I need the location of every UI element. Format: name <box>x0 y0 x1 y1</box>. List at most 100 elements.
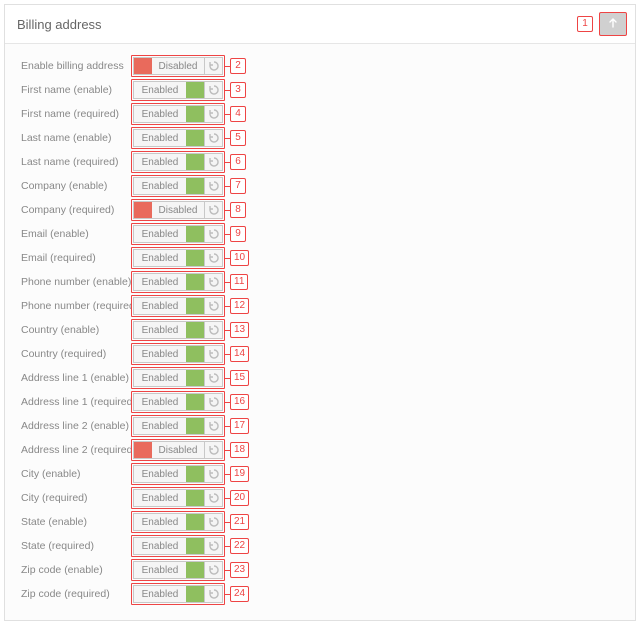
toggle-state-label: Disabled <box>152 202 204 218</box>
toggle-switch[interactable]: Enabled <box>133 225 205 243</box>
toggle-switch[interactable]: Disabled <box>133 201 205 219</box>
toggle-switch[interactable]: Enabled <box>133 321 205 339</box>
row-callout: 18 <box>230 442 249 458</box>
reset-button[interactable] <box>205 561 223 579</box>
reset-button[interactable] <box>205 393 223 411</box>
reset-button[interactable] <box>205 57 223 75</box>
setting-row: First name (enable)Enabled3 <box>21 78 623 102</box>
toggle-switch[interactable]: Enabled <box>133 393 205 411</box>
toggle-state-label: Enabled <box>134 394 186 410</box>
toggle-switch[interactable]: Enabled <box>133 177 205 195</box>
row-callout: 24 <box>230 586 249 602</box>
setting-row: Phone number (enable)Enabled11 <box>21 270 623 294</box>
row-callout: 5 <box>230 130 246 146</box>
reset-button[interactable] <box>205 321 223 339</box>
toggle-state-label: Enabled <box>134 418 186 434</box>
toggle-knob-off <box>134 202 152 218</box>
reset-button[interactable] <box>205 537 223 555</box>
row-callout: 19 <box>230 466 249 482</box>
arrow-up-icon <box>608 17 618 31</box>
row-callout: 13 <box>230 322 249 338</box>
toggle-switch[interactable]: Enabled <box>133 561 205 579</box>
reset-button[interactable] <box>205 297 223 315</box>
refresh-icon <box>208 324 220 336</box>
toggle-callout-group: Enabled <box>131 271 225 293</box>
row-callout: 3 <box>230 82 246 98</box>
toggle-switch[interactable]: Enabled <box>133 513 205 531</box>
toggle-knob-on <box>186 298 204 314</box>
toggle-state-label: Enabled <box>134 346 186 362</box>
setting-row: City (required)Enabled 20 <box>21 486 623 510</box>
reset-button[interactable] <box>205 129 223 147</box>
toggle-knob-on <box>186 346 204 362</box>
reset-button[interactable] <box>205 417 223 435</box>
reset-button[interactable] <box>205 585 223 603</box>
setting-row: Country (enable)Enabled 13 <box>21 318 623 342</box>
toggle-callout-group: Enabled <box>131 463 225 485</box>
reset-button[interactable] <box>205 369 223 387</box>
toggle-switch[interactable]: Enabled <box>133 273 205 291</box>
reset-button[interactable] <box>205 177 223 195</box>
refresh-icon <box>208 564 220 576</box>
toggle-callout-group: Enabled <box>131 487 225 509</box>
reset-button[interactable] <box>205 225 223 243</box>
toggle-switch[interactable]: Enabled <box>133 249 205 267</box>
setting-row: Company (required)Disabled8 <box>21 198 623 222</box>
refresh-icon <box>208 180 220 192</box>
refresh-icon <box>208 108 220 120</box>
toggle-knob-on <box>186 226 204 242</box>
setting-row: Email (required)Enabled10 <box>21 246 623 270</box>
toggle-switch[interactable]: Enabled <box>133 537 205 555</box>
reset-button[interactable] <box>205 153 223 171</box>
toggle-switch[interactable]: Disabled <box>133 441 205 459</box>
row-callout: 16 <box>230 394 249 410</box>
toggle-switch[interactable]: Enabled <box>133 153 205 171</box>
reset-button[interactable] <box>205 105 223 123</box>
toggle-switch[interactable]: Enabled <box>133 105 205 123</box>
refresh-icon <box>208 156 220 168</box>
toggle-switch[interactable]: Enabled <box>133 417 205 435</box>
setting-label: Last name (enable) <box>21 132 131 144</box>
toggle-callout-group: Enabled <box>131 175 225 197</box>
setting-label: Country (enable) <box>21 324 131 336</box>
setting-label: Address line 1 (required) <box>21 396 131 408</box>
reset-button[interactable] <box>205 513 223 531</box>
toggle-state-label: Disabled <box>152 58 204 74</box>
reset-button[interactable] <box>205 249 223 267</box>
row-callout: 21 <box>230 514 249 530</box>
toggle-callout-group: Enabled <box>131 247 225 269</box>
toggle-switch[interactable]: Enabled <box>133 297 205 315</box>
reset-button[interactable] <box>205 489 223 507</box>
refresh-icon <box>208 468 220 480</box>
setting-row: Last name (enable)Enabled 5 <box>21 126 623 150</box>
reset-button[interactable] <box>205 201 223 219</box>
row-callout: 15 <box>230 370 249 386</box>
toggle-state-label: Enabled <box>134 298 186 314</box>
setting-row: State (enable)Enabled21 <box>21 510 623 534</box>
reset-button[interactable] <box>205 465 223 483</box>
setting-label: Enable billing address <box>21 60 131 72</box>
toggle-switch[interactable]: Disabled <box>133 57 205 75</box>
toggle-knob-on <box>186 370 204 386</box>
toggle-callout-group: Enabled <box>131 103 225 125</box>
toggle-state-label: Enabled <box>134 154 186 170</box>
reset-button[interactable] <box>205 273 223 291</box>
toggle-callout-group: Disabled <box>131 199 225 221</box>
toggle-switch[interactable]: Enabled <box>133 345 205 363</box>
reset-button[interactable] <box>205 345 223 363</box>
toggle-knob-on <box>186 130 204 146</box>
collapse-button[interactable] <box>599 12 627 36</box>
reset-button[interactable] <box>205 441 223 459</box>
billing-address-panel: Billing address 1 Enable billing address… <box>4 4 636 621</box>
toggle-state-label: Enabled <box>134 538 186 554</box>
toggle-switch[interactable]: Enabled <box>133 585 205 603</box>
toggle-switch[interactable]: Enabled <box>133 369 205 387</box>
reset-button[interactable] <box>205 81 223 99</box>
toggle-switch[interactable]: Enabled <box>133 129 205 147</box>
toggle-knob-on <box>186 106 204 122</box>
toggle-switch[interactable]: Enabled <box>133 489 205 507</box>
row-callout: 20 <box>230 490 249 506</box>
toggle-switch[interactable]: Enabled <box>133 465 205 483</box>
toggle-switch[interactable]: Enabled <box>133 81 205 99</box>
setting-label: City (required) <box>21 492 131 504</box>
